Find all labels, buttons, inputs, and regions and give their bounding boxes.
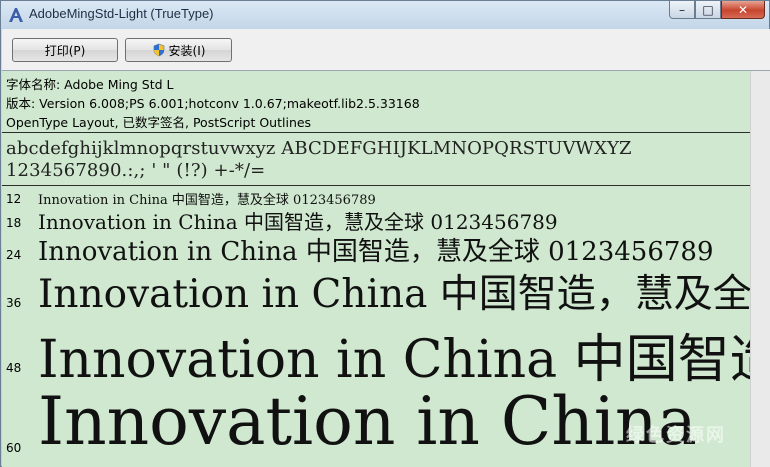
vertical-scrollbar[interactable] xyxy=(750,71,770,467)
sample-text-48: Innovation in China 中国智造 xyxy=(38,330,750,390)
size-label: 60 xyxy=(6,441,22,455)
sample-text-60: Innovation in China xyxy=(38,383,697,460)
print-button-label: 打印(P) xyxy=(44,43,86,58)
size-label: 48 xyxy=(6,361,22,375)
print-button[interactable]: 打印(P) xyxy=(12,38,118,62)
size-label: 18 xyxy=(6,216,22,230)
version-info: 版本: Version 6.008;PS 6.001;hotconv 1.0.6… xyxy=(6,96,420,111)
minimize-button[interactable]: – xyxy=(669,1,695,19)
uac-shield-icon xyxy=(153,43,164,57)
window-title: AdobeMingStd-Light (TrueType) xyxy=(29,6,214,21)
font-app-icon xyxy=(9,8,23,22)
watermark-text: 绿色资源网 xyxy=(626,425,726,446)
font-viewer-window: AdobeMingStd-Light (TrueType) – □ ✕ 打印(P… xyxy=(0,0,770,467)
divider xyxy=(2,132,750,133)
close-button[interactable]: ✕ xyxy=(721,1,765,19)
size-label: 12 xyxy=(6,192,22,206)
title-bar[interactable]: AdobeMingStd-Light (TrueType) – □ ✕ xyxy=(1,1,769,29)
caption-buttons: – □ ✕ xyxy=(669,1,765,21)
close-icon: ✕ xyxy=(737,2,749,17)
sample-text-36: Innovation in China 中国智造，慧及全球 xyxy=(38,272,750,317)
size-label: 24 xyxy=(6,248,22,262)
maximize-button[interactable]: □ xyxy=(695,1,721,19)
font-name-info: 字体名称: Adobe Ming Std L xyxy=(6,77,174,92)
features-info: OpenType Layout, 已数字签名, PostScript Outli… xyxy=(6,115,312,130)
install-button-label: 安装(I) xyxy=(168,43,206,58)
divider xyxy=(2,185,750,186)
charset-digits-punctuation: 1234567890.:,; ' " (!?) +-*/= xyxy=(6,160,266,181)
install-button[interactable]: 安装(I) xyxy=(125,38,232,62)
charset-lowercase-uppercase: abcdefghijklmnopqrstuvwxyz ABCDEFGHIJKLM… xyxy=(6,138,632,159)
toolbar: 打印(P) 安装(I) xyxy=(2,29,770,71)
maximize-icon: □ xyxy=(702,2,714,17)
minimize-icon: – xyxy=(679,2,685,17)
size-label: 36 xyxy=(6,296,22,310)
font-preview-area: 字体名称: Adobe Ming Std L 版本: Version 6.008… xyxy=(2,71,750,467)
